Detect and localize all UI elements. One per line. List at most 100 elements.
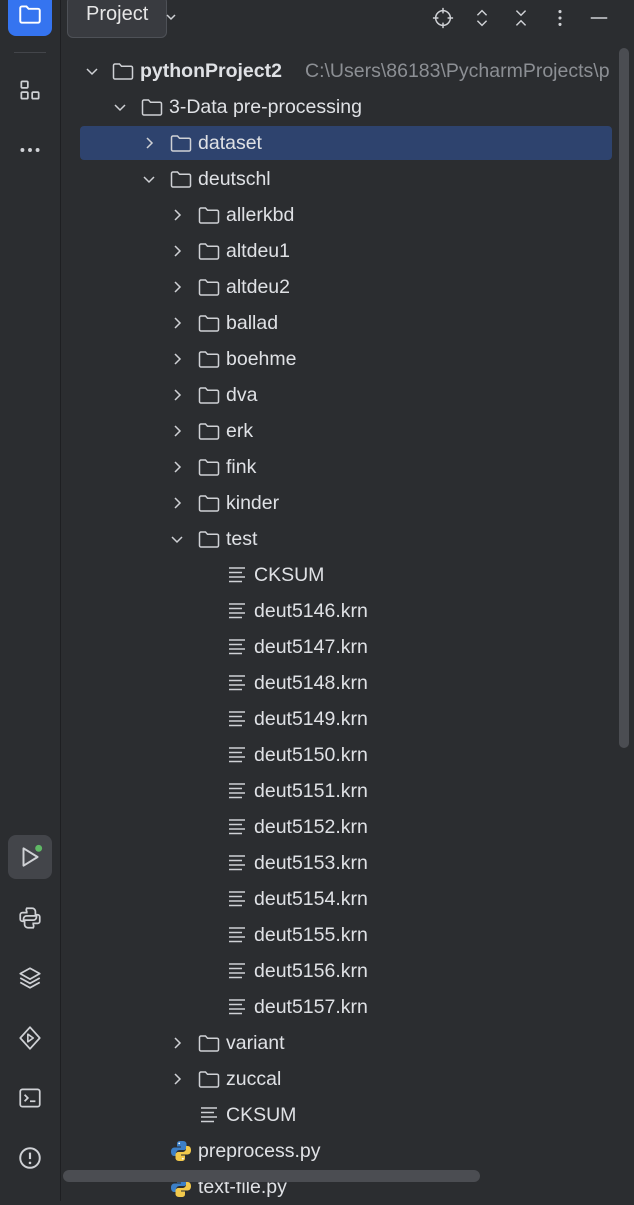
tree-label: test — [226, 528, 258, 550]
tree-row-folder[interactable]: altdeu1 — [61, 233, 634, 269]
options-button[interactable] — [546, 4, 574, 32]
problems-tool-button[interactable] — [8, 1136, 52, 1180]
tree-row-root[interactable]: pythonProject2 C:\Users\86183\PycharmPro… — [61, 53, 634, 89]
project-panel: Project pythonProject2 C:\Users\86183\Py… — [61, 0, 634, 1201]
folder-icon — [141, 99, 163, 116]
tree-label: zuccal — [226, 1068, 282, 1090]
panel-title[interactable]: Project — [67, 0, 168, 38]
structure-icon — [20, 80, 40, 100]
tree-row-file[interactable]: CKSUM — [61, 557, 634, 593]
chevron-right-icon[interactable] — [169, 459, 185, 475]
tree-row-folder[interactable]: altdeu2 — [61, 269, 634, 305]
tree-row-file[interactable]: deut5154.krn — [61, 881, 634, 917]
tree-row-file[interactable]: deut5153.krn — [61, 845, 634, 881]
tree-label: deut5156.krn — [254, 960, 368, 982]
chevron-right-icon[interactable] — [169, 207, 185, 223]
tree-row-file[interactable]: deut5148.krn — [61, 665, 634, 701]
services-tool-button[interactable] — [8, 1016, 52, 1060]
layers-tool-button[interactable] — [8, 956, 52, 1000]
chevron-down-icon[interactable] — [112, 99, 128, 115]
structure-tool-button[interactable] — [8, 68, 52, 112]
vertical-scrollbar[interactable] — [619, 48, 629, 748]
chevron-right-icon[interactable] — [169, 495, 185, 511]
folder-icon — [198, 459, 220, 476]
terminal-icon — [19, 1088, 41, 1108]
chevron-right-icon[interactable] — [169, 243, 185, 259]
run-tool-button[interactable] — [8, 835, 52, 879]
tree-row-folder[interactable]: deutschl — [61, 161, 634, 197]
tree-row-file[interactable]: deut5157.krn — [61, 989, 634, 1025]
locate-icon — [432, 7, 454, 29]
chevron-right-icon[interactable] — [169, 387, 185, 403]
more-tools-button[interactable] — [8, 128, 52, 172]
tree-label: deut5155.krn — [254, 924, 368, 946]
hide-button[interactable] — [585, 4, 613, 32]
terminal-tool-button[interactable] — [8, 1076, 52, 1120]
tree-row-file[interactable]: deut5152.krn — [61, 809, 634, 845]
chevron-right-icon[interactable] — [169, 315, 185, 331]
chevron-right-icon[interactable] — [169, 1071, 185, 1087]
tree-label: 3-Data pre-processing — [169, 96, 362, 118]
text-file-icon — [229, 927, 245, 943]
tree-row-folder-selected[interactable]: dataset — [61, 125, 634, 161]
tree-row-file[interactable]: deut5150.krn — [61, 737, 634, 773]
text-file-icon — [229, 963, 245, 979]
project-path: C:\Users\86183\PycharmProjects\p — [305, 60, 610, 82]
tree-row-file[interactable]: deut5146.krn — [61, 593, 634, 629]
tree-row-folder[interactable]: kinder — [61, 485, 634, 521]
tree-label: deut5150.krn — [254, 744, 368, 766]
text-file-icon — [229, 783, 245, 799]
tree-label: deut5146.krn — [254, 600, 368, 622]
chevron-right-icon[interactable] — [169, 1035, 185, 1051]
tree-row-folder[interactable]: 3-Data pre-processing — [61, 89, 634, 125]
tree-label: kinder — [226, 492, 280, 514]
tree-row-folder[interactable]: allerkbd — [61, 197, 634, 233]
folder-icon — [198, 207, 220, 224]
tree-row-file[interactable]: deut5149.krn — [61, 701, 634, 737]
panel-header: Project — [61, 0, 634, 38]
tree-label: CKSUM — [226, 1104, 297, 1126]
chevron-down-icon[interactable] — [84, 63, 100, 79]
tree-row-folder[interactable]: test — [61, 521, 634, 557]
tree-row-file[interactable]: deut5155.krn — [61, 917, 634, 953]
tree-row-folder[interactable]: fink — [61, 449, 634, 485]
tree-label: fink — [226, 456, 257, 478]
tree-row-folder[interactable]: dva — [61, 377, 634, 413]
expand-all-button[interactable] — [468, 4, 496, 32]
tree-row-file[interactable]: deut5151.krn — [61, 773, 634, 809]
folder-icon — [198, 531, 220, 548]
text-file-icon — [201, 1107, 217, 1123]
collapse-all-button[interactable] — [507, 4, 535, 32]
chevron-right-icon[interactable] — [141, 135, 157, 151]
text-file-icon — [229, 855, 245, 871]
folder-icon — [198, 243, 220, 260]
python-console-icon — [19, 907, 41, 929]
tree-row-file[interactable]: preprocess.py — [61, 1133, 634, 1169]
locate-button[interactable] — [429, 4, 457, 32]
chevron-down-icon[interactable] — [163, 9, 179, 25]
tree-label: variant — [226, 1032, 285, 1054]
tree-row-folder[interactable]: variant — [61, 1025, 634, 1061]
tree-row-file[interactable]: CKSUM — [61, 1097, 634, 1133]
expand-all-icon — [476, 9, 488, 27]
tree-label: dataset — [198, 132, 262, 154]
chevron-down-icon[interactable] — [141, 171, 157, 187]
folder-icon — [170, 171, 192, 188]
folder-icon — [198, 1071, 220, 1088]
project-tool-button[interactable] — [8, 0, 52, 36]
tree-row-folder[interactable]: boehme — [61, 341, 634, 377]
tree-row-file[interactable]: deut5147.krn — [61, 629, 634, 665]
tree-row-folder[interactable]: zuccal — [61, 1061, 634, 1097]
chevron-right-icon[interactable] — [169, 423, 185, 439]
chevron-down-icon[interactable] — [169, 531, 185, 547]
tree-label: altdeu2 — [226, 276, 290, 298]
chevron-right-icon[interactable] — [169, 279, 185, 295]
tree-row-folder[interactable]: erk — [61, 413, 634, 449]
text-file-icon — [229, 999, 245, 1015]
tree-row-folder[interactable]: ballad — [61, 305, 634, 341]
horizontal-scrollbar[interactable] — [63, 1170, 480, 1182]
folder-icon — [198, 1035, 220, 1052]
tree-row-file[interactable]: deut5156.krn — [61, 953, 634, 989]
python-console-button[interactable] — [8, 896, 52, 940]
chevron-right-icon[interactable] — [169, 351, 185, 367]
